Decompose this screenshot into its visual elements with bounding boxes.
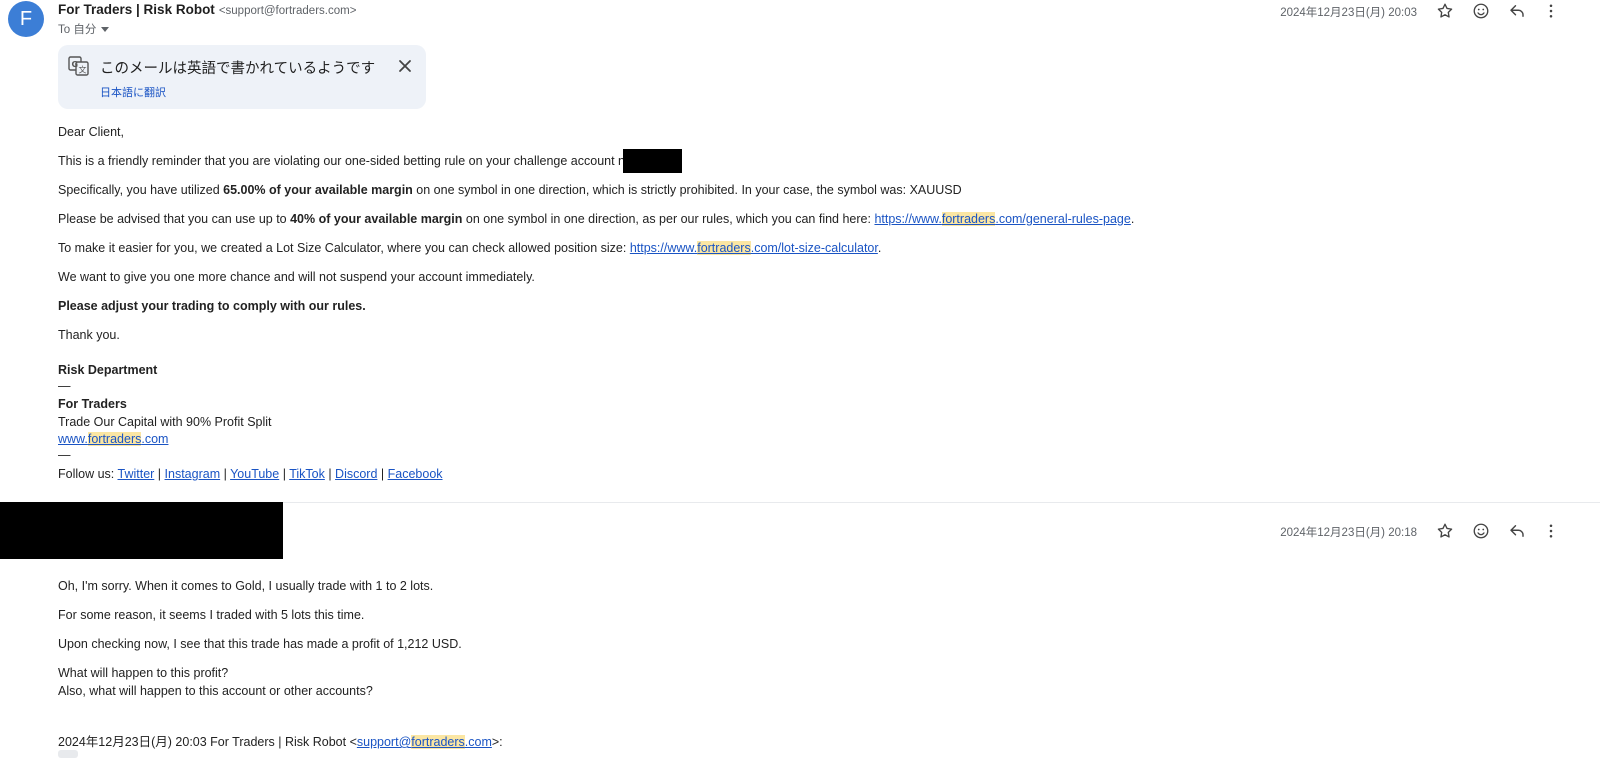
more-options-icon[interactable] — [1539, 519, 1563, 543]
translate-link[interactable]: 日本語に翻訳 — [100, 84, 166, 100]
sender-avatar[interactable]: F — [8, 1, 44, 37]
emoji-react-icon[interactable] — [1469, 0, 1493, 23]
lot-size-calculator-link[interactable]: https://www.fortraders.com/lot-size-calc… — [630, 241, 878, 255]
signature-website: www.fortraders.com — [58, 432, 168, 446]
more-options-icon[interactable] — [1539, 0, 1563, 23]
signature-tagline: Trade Our Capital with 90% Profit Split — [58, 415, 272, 429]
translate-message: このメールは英語で書かれているようです — [100, 61, 376, 77]
paragraph-margin-used: Specifically, you have utilized 65.00% o… — [58, 183, 962, 197]
signature-dash-2: — — [58, 448, 71, 462]
reply-line-3: Upon checking now, I see that this trade… — [58, 637, 462, 651]
email2-date: 2024年12月23日(月) 20:18 — [1280, 527, 1417, 539]
chevron-down-icon — [101, 27, 110, 33]
sender-name[interactable]: For Traders | Risk Robot — [58, 2, 215, 17]
signature-dash: — — [58, 379, 71, 393]
svg-text:G: G — [72, 60, 79, 69]
reply-line-4: What will happen to this profit? — [58, 666, 229, 680]
quoted-sender-email-link[interactable]: support@fortraders.com — [357, 735, 492, 749]
discord-link[interactable]: Discord — [335, 467, 377, 481]
reply-icon[interactable] — [1505, 0, 1529, 23]
paragraph-adjust: Please adjust your trading to comply wit… — [58, 299, 366, 313]
twitter-link[interactable]: Twitter — [118, 467, 155, 481]
margin-used-value: 65.00% of your available margin — [223, 183, 413, 197]
sender-line: For Traders | Risk Robot <support@fortrad… — [58, 2, 356, 17]
general-rules-link[interactable]: https://www.fortraders.com/general-rules… — [874, 212, 1131, 226]
redacted-sender-header — [0, 502, 283, 559]
show-trimmed-content-button[interactable] — [58, 750, 78, 758]
reply-line-2: For some reason, it seems I traded with … — [58, 608, 365, 622]
star-icon[interactable] — [1433, 519, 1457, 543]
paragraph-calculator: To make it easier for you, we created a … — [58, 241, 882, 255]
close-icon[interactable] — [393, 54, 417, 78]
paragraph-thanks: Thank you. — [58, 328, 120, 342]
email1-date: 2024年12月23日(月) 20:03 — [1280, 7, 1417, 19]
emoji-react-icon[interactable] — [1469, 519, 1493, 543]
to-label: To 自分 — [58, 24, 97, 36]
star-icon[interactable] — [1433, 0, 1457, 23]
quoted-header: 2024年12月23日(月) 20:03 For Traders | Risk … — [58, 735, 503, 749]
margin-allowed-value: 40% of your available margin — [290, 212, 463, 226]
website-link[interactable]: www.fortraders.com — [58, 432, 168, 446]
signature-company: For Traders — [58, 397, 127, 411]
paragraph-margin-allowed: Please be advised that you can use up to… — [58, 212, 1135, 226]
youtube-link[interactable]: YouTube — [230, 467, 279, 481]
recipients-toggle[interactable]: To 自分 — [58, 21, 110, 37]
greeting: Dear Client, — [58, 125, 124, 139]
sender-email: <support@fortraders.com> — [218, 5, 357, 17]
paragraph-violation: This is a friendly reminder that you are… — [58, 154, 664, 168]
facebook-link[interactable]: Facebook — [388, 467, 443, 481]
reply-icon[interactable] — [1505, 519, 1529, 543]
tiktok-link[interactable]: TikTok — [289, 467, 325, 481]
svg-text:文: 文 — [79, 65, 87, 75]
email2-actions — [1433, 519, 1563, 543]
reply-line-1: Oh, I'm sorry. When it comes to Gold, I … — [58, 579, 434, 593]
signature-department: Risk Department — [58, 363, 158, 377]
instagram-link[interactable]: Instagram — [165, 467, 221, 481]
email1-actions — [1433, 0, 1563, 23]
redacted-account-number — [623, 149, 682, 173]
translate-icon: G 文 — [68, 56, 90, 79]
social-links: Follow us: Twitter | Instagram | YouTube… — [58, 467, 443, 481]
paragraph-chance: We want to give you one more chance and … — [58, 270, 535, 284]
reply-line-5: Also, what will happen to this account o… — [58, 684, 373, 698]
